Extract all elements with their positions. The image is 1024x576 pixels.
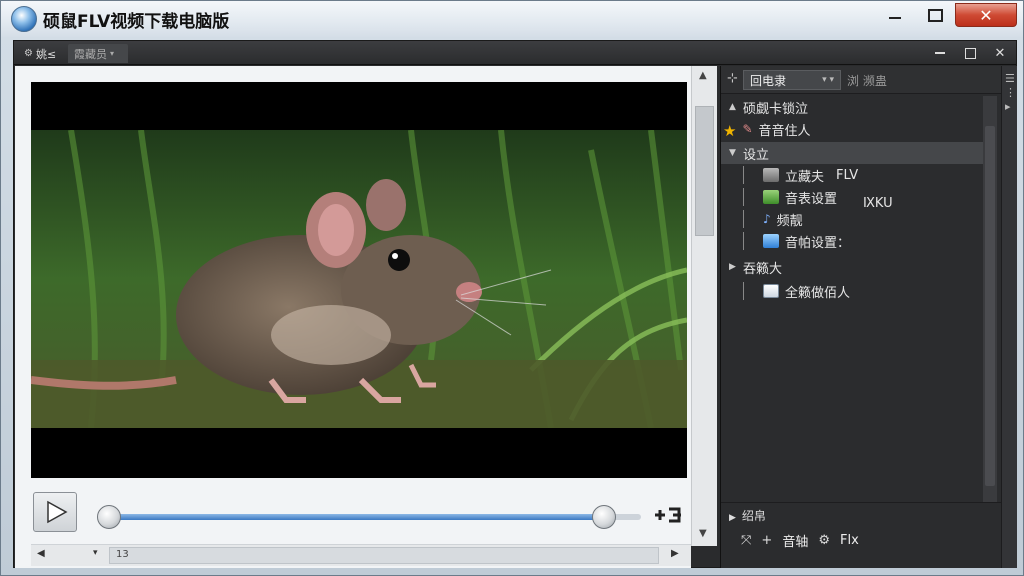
- status-time: 13: [116, 549, 129, 560]
- tree-item-favorite[interactable]: ★ ✎ 音音住人: [721, 118, 983, 140]
- sidebar-scrollbar-thumb[interactable]: [985, 126, 995, 486]
- sidebar-tab-main-label: 回电隶: [750, 73, 787, 88]
- film-icon: [763, 168, 779, 182]
- tree-item-child[interactable]: 音帕设置：: [721, 230, 983, 252]
- sidebar-bottom-panel: ▶ 绍帛 ⤧ + 音轴 ⚙ Flx: [721, 502, 1001, 568]
- image-icon: [763, 190, 779, 204]
- sidebar-tab-secondary[interactable]: 浏 濒蛊: [847, 72, 887, 89]
- inner-maximize-button[interactable]: [960, 43, 980, 63]
- add-icon[interactable]: +: [761, 533, 772, 548]
- inner-window-controls: ✕: [930, 43, 1010, 63]
- play-icon: [47, 500, 68, 524]
- tree-item-child[interactable]: ♪ 频靓: [721, 208, 983, 230]
- tree-item-settings[interactable]: ▼ 设立: [721, 142, 983, 164]
- outer-window: 硕鼠FLV视频下载电脑版 ✕ ⚙ 姚≤ 霞藏员 ▾ ✕ ◀ ▾ 13 ▶ ▲ ▼…: [0, 0, 1024, 576]
- bottom-item-audio[interactable]: 音轴: [782, 531, 808, 550]
- star-icon: ★: [723, 122, 737, 140]
- status-bar: ◀ ▾ 13 ▶: [31, 544, 691, 566]
- tree-item-child[interactable]: 全籁做佰人: [721, 280, 983, 302]
- app-logo-icon: [11, 6, 37, 32]
- tree-item-label: 立藏夫: [785, 169, 825, 185]
- chevron-down-icon: ▾: [110, 49, 115, 58]
- pin-icon[interactable]: ⊹: [727, 71, 738, 86]
- tree-item-label: 吞籁大: [743, 261, 783, 277]
- tree-item-extra: FLV: [836, 167, 859, 183]
- shuffle-icon[interactable]: ⤧: [741, 533, 751, 548]
- tab-secondary[interactable]: 霞藏员 ▾: [68, 44, 128, 63]
- window-titlebar[interactable]: 硕鼠FLV视频下载电脑版 ✕: [1, 1, 1023, 37]
- tree-item-child[interactable]: 音表设置: [721, 186, 983, 208]
- sidebar: ⊹ 回电隶 ▾ ▾ 浏 濒蛊 ▲ 硕觑卡锁泣 ★ ✎ 音音住人 ▼ 设立 立藏夫…: [720, 66, 1017, 568]
- scroll-right-icon[interactable]: ▶: [671, 548, 679, 559]
- chevron-down-icon: ▾ ▾: [822, 75, 834, 85]
- play-button[interactable]: [33, 492, 77, 532]
- sidebar-tab-main[interactable]: 回电隶 ▾ ▾: [743, 70, 841, 90]
- seek-bar[interactable]: [107, 514, 641, 520]
- tree-item-label: 音帕设置：: [785, 235, 851, 251]
- expand-arrow-icon[interactable]: ▶: [729, 262, 743, 272]
- video-stage[interactable]: [31, 82, 687, 478]
- tree-item-label: 硕觑卡锁泣: [743, 101, 809, 117]
- tree-item-root[interactable]: ▲ 硕觑卡锁泣: [721, 96, 983, 118]
- settings-icon: ⚙: [24, 48, 33, 59]
- tree-item-label: 音音住人: [758, 123, 811, 139]
- inner-titlebar: ⚙ 姚≤ 霞藏员 ▾ ✕: [14, 41, 1016, 65]
- seek-bar-fill: [107, 514, 604, 520]
- video-panel: ◀ ▾ 13 ▶: [15, 66, 691, 568]
- tree-item-label: 频靓: [776, 213, 803, 229]
- status-track[interactable]: 13: [109, 547, 659, 564]
- bottom-item-flx[interactable]: Flx: [840, 533, 859, 548]
- tab-main-label: 姚≤: [35, 47, 57, 61]
- sidebar-bottom-title[interactable]: ▶ 绍帛: [729, 507, 766, 524]
- minimize-button[interactable]: [875, 3, 915, 27]
- window-controls: ✕: [875, 3, 1017, 27]
- app-frame: ⚙ 姚≤ 霞藏员 ▾ ✕ ◀ ▾ 13 ▶ ▲ ▼ ⊹ 回电隶 ▾ ▾ 浏 濒蛊…: [13, 40, 1017, 568]
- scroll-down-icon[interactable]: ▼: [699, 528, 707, 539]
- tree-item-label: 设立: [743, 147, 770, 163]
- chat-icon: [763, 234, 779, 248]
- fullscreen-icon[interactable]: [651, 500, 685, 530]
- sidebar-right-strip: ☰ ⋮ ▸: [1001, 66, 1017, 568]
- inner-close-button[interactable]: ✕: [990, 43, 1010, 63]
- music-note-icon: ♪: [763, 212, 771, 226]
- sidebar-bottom-toolbar: ⤧ + 音轴 ⚙ Flx: [741, 531, 859, 550]
- tree-item-label: 音表设置: [785, 191, 838, 207]
- video-frame: [31, 130, 687, 428]
- maximize-button[interactable]: [915, 3, 955, 27]
- scroll-up-icon[interactable]: ▲: [699, 70, 707, 81]
- video-scrollbar-thumb[interactable]: [695, 106, 714, 236]
- collapse-arrow-icon[interactable]: ▶: [729, 513, 736, 523]
- pen-icon: ✎: [742, 122, 753, 136]
- seek-handle[interactable]: [592, 505, 616, 529]
- scroll-left-icon[interactable]: ◀: [37, 548, 45, 559]
- collapse-arrow-icon[interactable]: ▲: [729, 102, 743, 112]
- close-button[interactable]: ✕: [955, 3, 1017, 27]
- video-scrollbar[interactable]: ▲ ▼: [691, 66, 717, 546]
- menu-icon[interactable]: ☰ ⋮ ▸: [1005, 72, 1016, 114]
- tree-item-storage[interactable]: ▶ 吞籁大: [721, 256, 983, 278]
- tree-item-label: 全籁做佰人: [785, 285, 851, 301]
- status-dropdown-icon[interactable]: ▾: [93, 548, 98, 558]
- tab-secondary-label: 霞藏员: [74, 47, 107, 61]
- inner-minimize-button[interactable]: [930, 43, 950, 63]
- tab-main[interactable]: ⚙ 姚≤: [18, 44, 68, 63]
- expand-arrow-icon[interactable]: ▼: [729, 148, 743, 158]
- sidebar-header: ⊹ 回电隶 ▾ ▾ 浏 濒蛊: [721, 66, 1017, 94]
- sidebar-scrollbar[interactable]: [983, 96, 997, 516]
- tree-item-child[interactable]: 立藏夫 FLV: [721, 164, 983, 186]
- player-controls: [15, 484, 691, 542]
- window-title: 硕鼠FLV视频下载电脑版: [43, 11, 230, 32]
- gear-icon[interactable]: ⚙: [818, 533, 830, 548]
- document-icon: [763, 284, 779, 298]
- seek-start-handle[interactable]: [97, 505, 121, 529]
